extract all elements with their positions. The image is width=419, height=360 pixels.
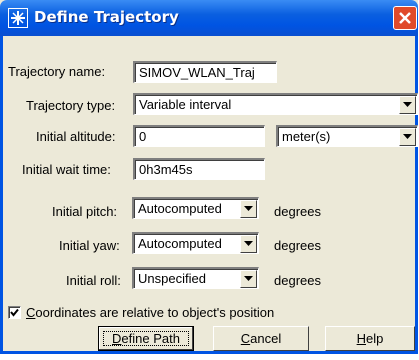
close-icon [399, 12, 411, 24]
trajectory-type-label: Trajectory type: [26, 98, 116, 113]
checkmark-icon [10, 308, 19, 317]
altitude-unit-dropdown-button[interactable] [399, 128, 416, 146]
chevron-down-icon [244, 276, 253, 281]
initial-roll-label: Initial roll: [66, 273, 121, 288]
chevron-down-icon [403, 102, 412, 107]
focus-rect [103, 331, 189, 346]
window-title: Define Trajectory [34, 8, 179, 26]
relative-coordinates-text: oordinates are relative to object's posi… [35, 305, 275, 320]
initial-yaw-unit: degrees [274, 238, 321, 253]
initial-pitch-value: Autocomputed [138, 201, 222, 216]
trajectory-type-dropdown-button[interactable] [399, 96, 416, 114]
window-frame-left [0, 36, 3, 354]
star-icon [8, 8, 28, 28]
cancel-button[interactable]: Cancel [213, 326, 309, 351]
initial-altitude-input[interactable]: 0 [133, 125, 265, 147]
initial-roll-unit: degrees [274, 273, 321, 288]
help-text: elp [366, 331, 384, 346]
altitude-unit-value: meter(s) [282, 129, 331, 144]
initial-wait-time-input[interactable]: 0h3m45s [133, 158, 265, 180]
accelerator-c: C [240, 331, 251, 346]
initial-roll-dropdown-button[interactable] [240, 270, 257, 288]
initial-roll-value: Unspecified [138, 271, 206, 286]
altitude-unit-select[interactable]: meter(s) [276, 125, 418, 147]
initial-pitch-select[interactable]: Autocomputed [132, 197, 259, 219]
define-trajectory-dialog: Define Trajectory Trajectory name: SIMOV… [0, 0, 418, 354]
window-frame-bottom [0, 351, 418, 354]
help-button[interactable]: Help [325, 326, 415, 351]
initial-pitch-unit: degrees [274, 204, 321, 219]
title-bar[interactable]: Define Trajectory [0, 0, 418, 36]
relative-coordinates-checkbox[interactable] [8, 306, 21, 319]
relative-coordinates-label[interactable]: Coordinates are relative to object's pos… [26, 305, 274, 320]
trajectory-name-input[interactable]: SIMOV_WLAN_Traj [133, 61, 277, 83]
cancel-text: ancel [250, 331, 282, 346]
trajectory-type-value: Variable interval [139, 97, 232, 112]
initial-wait-time-label: Initial wait time: [22, 162, 111, 177]
accelerator-h: H [356, 331, 367, 346]
initial-pitch-dropdown-button[interactable] [240, 200, 257, 218]
initial-pitch-label: Initial pitch: [52, 204, 118, 219]
window-frame-right [415, 36, 418, 354]
trajectory-name-label: Trajectory name: [8, 64, 106, 79]
chevron-down-icon [244, 206, 253, 211]
chevron-down-icon [244, 241, 253, 246]
initial-roll-select[interactable]: Unspecified [132, 267, 259, 289]
initial-yaw-select[interactable]: Autocomputed [132, 232, 259, 254]
initial-altitude-label: Initial altitude: [36, 129, 116, 144]
initial-yaw-value: Autocomputed [138, 236, 222, 251]
trajectory-type-select[interactable]: Variable interval [133, 93, 418, 115]
close-button[interactable] [393, 6, 417, 30]
define-path-button[interactable]: Define Path [98, 326, 194, 351]
chevron-down-icon [403, 134, 412, 139]
initial-yaw-label: Initial yaw: [59, 238, 120, 253]
accelerator-c: C [26, 305, 36, 320]
initial-yaw-dropdown-button[interactable] [240, 235, 257, 253]
